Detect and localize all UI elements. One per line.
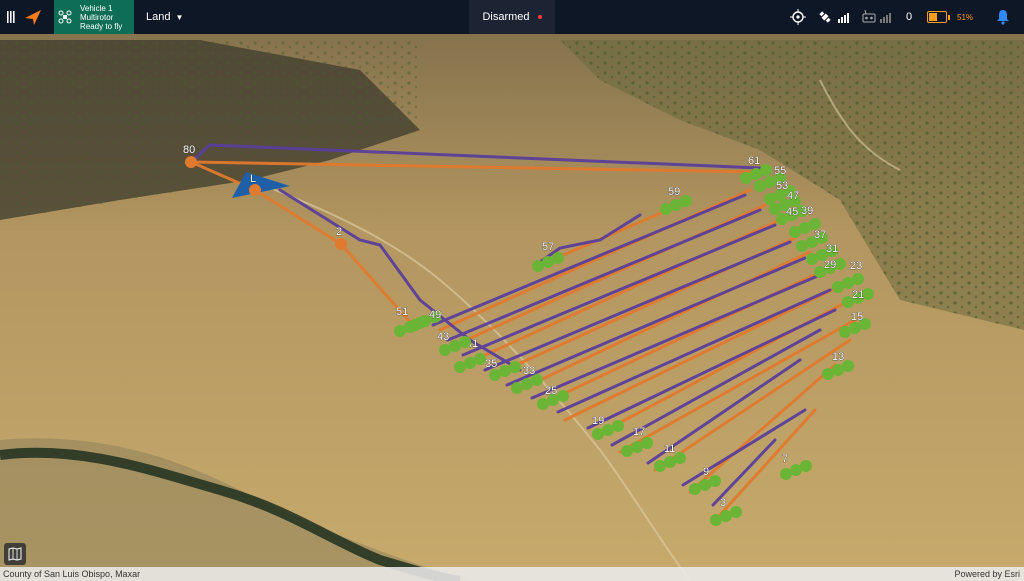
gps-icon — [790, 9, 806, 25]
gps-button[interactable] — [790, 0, 806, 34]
waypoint-marker[interactable]: 21 — [842, 288, 874, 308]
waypoint-label: 51 — [396, 306, 408, 318]
flight-mode-label: Land — [146, 11, 171, 23]
satellite-icon — [819, 11, 849, 23]
vehicle-name: Vehicle 1 — [80, 3, 113, 13]
qgc-logo-icon — [25, 10, 41, 25]
takeoff-label: 2 — [336, 226, 342, 238]
waypoint-marker[interactable]: 51 — [394, 306, 426, 337]
flight-mode-selector[interactable]: Land ▼ — [146, 0, 183, 34]
arm-status[interactable]: Disarmed — [469, 0, 555, 34]
telemetry-value: 0 — [906, 11, 913, 23]
waypoint-label: 21 — [852, 289, 864, 301]
status-indicator — [537, 15, 542, 19]
vehicle-status-card[interactable]: Vehicle 1 Multirotor Ready to fly — [54, 0, 134, 34]
menu-button[interactable] — [2, 0, 20, 34]
caret-down-icon: ▼ — [175, 12, 184, 22]
waypoint-label: 35 — [485, 358, 497, 370]
map-type-button[interactable] — [4, 543, 26, 565]
waypoint-marker[interactable]: 7 — [780, 453, 812, 480]
waypoint-label: 19 — [592, 415, 604, 427]
menu-icon — [7, 11, 15, 23]
rtl-label: 80 — [183, 144, 195, 156]
waypoint-dot[interactable] — [474, 353, 486, 365]
waypoint-label: 39 — [801, 205, 813, 217]
mission-overlay: 80 2 L 391117192533354143495157596155534… — [183, 143, 874, 526]
battery-percent: 51% — [957, 12, 974, 22]
map-attribution: County of San Luis Obispo, Maxar — [3, 569, 141, 579]
waypoint-dot[interactable] — [509, 361, 521, 373]
waypoint-dot[interactable] — [680, 195, 692, 207]
rc-signal-button[interactable] — [862, 0, 892, 34]
toolbar: Vehicle 1 Multirotor Ready to fly Land ▼… — [0, 0, 1024, 34]
waypoint-label: 49 — [429, 309, 441, 321]
bell-icon — [997, 10, 1009, 25]
waypoint-label: 23 — [850, 260, 862, 272]
waypoint-dot[interactable] — [459, 336, 471, 348]
waypoint-label: 7 — [782, 453, 788, 465]
waypoint-label: 3 — [720, 497, 726, 509]
waypoint-marker[interactable]: 29 — [814, 258, 846, 278]
waypoint-label: 45 — [786, 206, 798, 218]
arm-status-label: Disarmed — [482, 11, 530, 23]
vehicle-type: Multirotor — [80, 12, 114, 22]
rc-icon — [862, 10, 876, 23]
waypoint-dot[interactable] — [552, 252, 564, 264]
waypoint-label: 37 — [814, 229, 826, 241]
waypoint-dot[interactable] — [709, 475, 721, 487]
waypoint-dot[interactable] — [612, 420, 624, 432]
map-icon — [8, 547, 22, 561]
waypoint-label: 59 — [668, 186, 680, 198]
waypoint-marker[interactable]: 57 — [532, 241, 564, 272]
waypoint-marker[interactable]: 17 — [621, 426, 653, 457]
waypoint-label: 9 — [703, 466, 709, 478]
waypoint-label: 15 — [851, 311, 863, 323]
battery-icon — [927, 11, 947, 23]
signal-icon — [880, 13, 891, 23]
waypoint-label: 31 — [826, 243, 838, 255]
flown-path — [189, 143, 837, 507]
launch-label: L — [250, 173, 256, 185]
rtl-marker[interactable]: 80 — [183, 144, 197, 168]
waypoint-dot[interactable] — [414, 317, 426, 329]
waypoint-dot[interactable] — [760, 164, 772, 176]
waypoint-label: 57 — [542, 241, 554, 253]
waypoint-dot[interactable] — [852, 273, 864, 285]
waypoint-label: 61 — [748, 155, 760, 167]
waypoint-dot[interactable] — [557, 390, 569, 402]
waypoint-dot[interactable] — [800, 460, 812, 472]
waypoint-marker[interactable]: 15 — [839, 311, 871, 338]
waypoint-label: 11 — [664, 443, 675, 455]
satellite-button[interactable] — [818, 0, 852, 34]
app-logo-button[interactable] — [20, 0, 46, 34]
waypoint-label: 43 — [437, 331, 449, 343]
waypoint-label: 29 — [824, 259, 836, 271]
waypoint-marker[interactable]: 25 — [537, 385, 569, 410]
vehicle-readiness: Ready to fly — [80, 21, 123, 31]
notifications-button[interactable] — [996, 0, 1010, 34]
waypoint-dot[interactable] — [641, 437, 653, 449]
waypoint-dot[interactable] — [730, 506, 742, 518]
waypoint-marker[interactable]: 59 — [660, 186, 692, 215]
waypoint-marker[interactable]: 11 — [654, 443, 686, 472]
waypoint-dot[interactable] — [674, 452, 686, 464]
waypoint-label: 13 — [832, 351, 844, 363]
waypoint-label: 55 — [774, 165, 786, 177]
waypoint-label: 33 — [523, 365, 535, 377]
battery-indicator[interactable]: 51% — [927, 0, 973, 34]
waypoint-label: 25 — [545, 385, 557, 397]
powered-by[interactable]: Powered by Esri — [954, 569, 1020, 579]
waypoint-label: 47 — [787, 190, 799, 202]
drone-icon — [58, 10, 72, 24]
waypoint-label: 17 — [633, 426, 645, 438]
attribution-bar: County of San Luis Obispo, Maxar Powered… — [0, 567, 1024, 581]
